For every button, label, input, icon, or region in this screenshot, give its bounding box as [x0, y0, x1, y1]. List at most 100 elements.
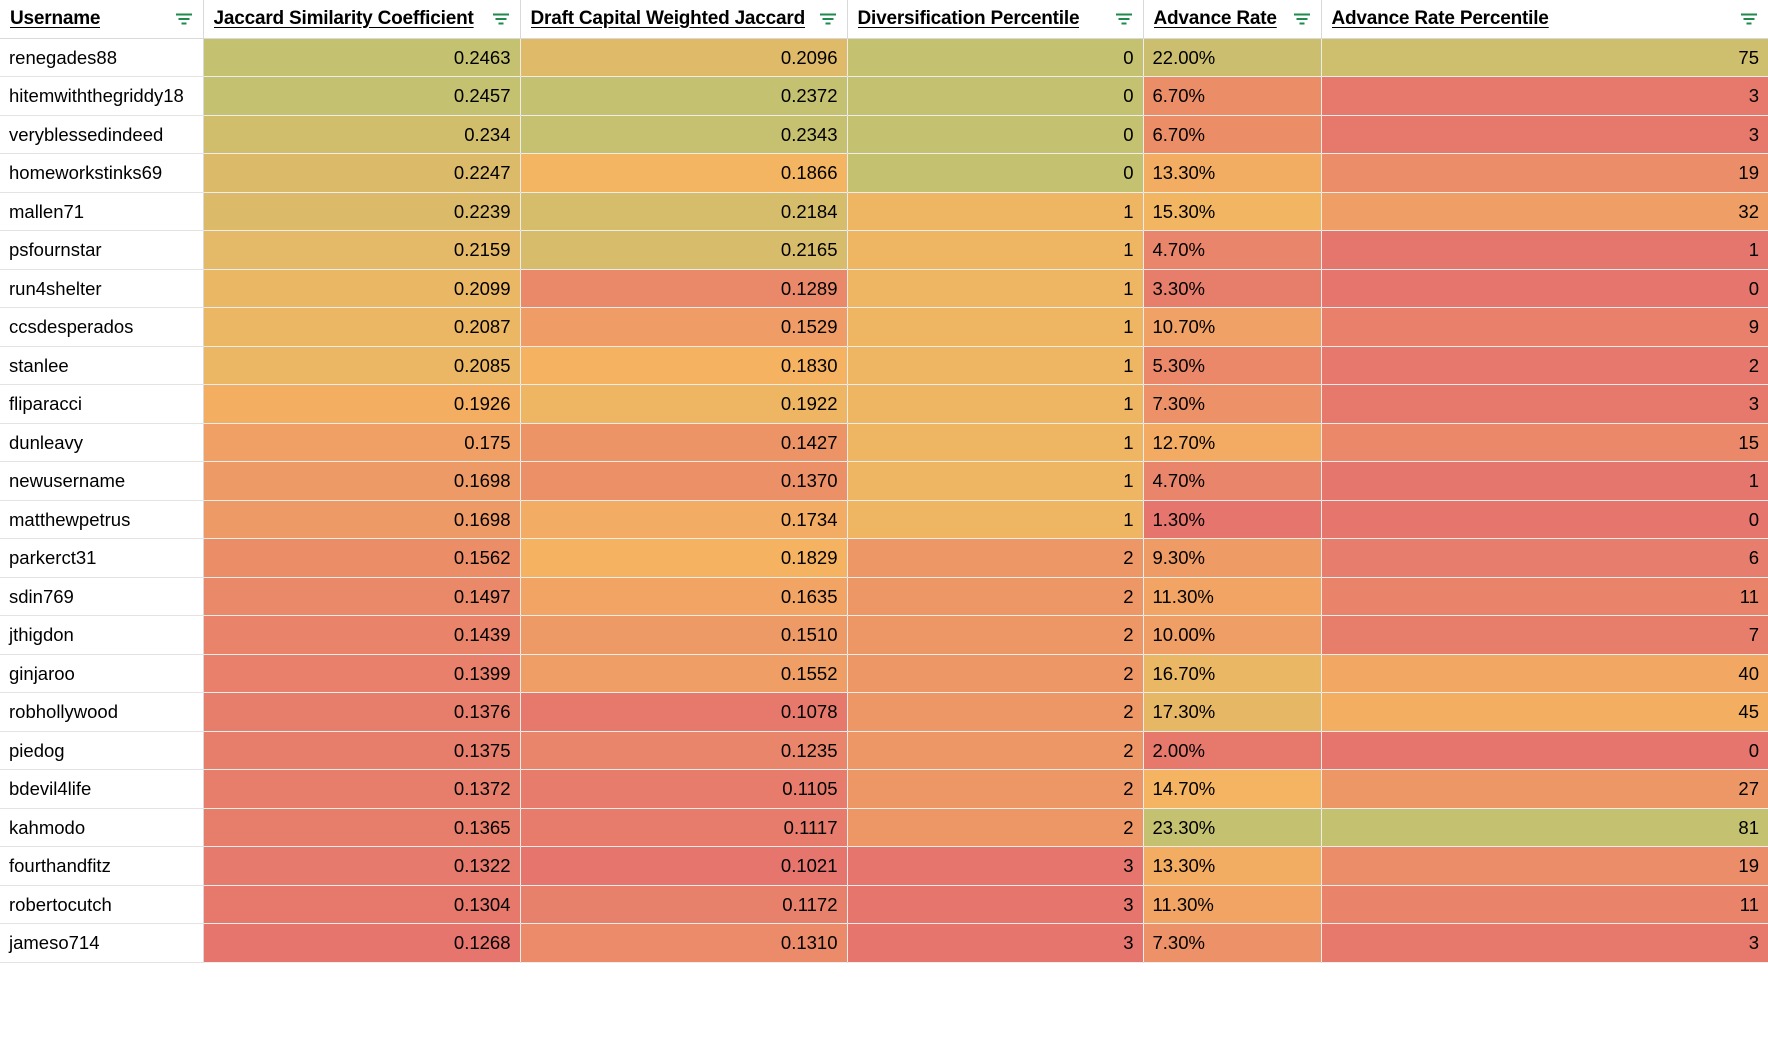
cell-advrate[interactable]: 3.30%	[1143, 269, 1322, 308]
table-row[interactable]: stanlee 0.2085 0.1830 1 5.30% 2	[0, 346, 1768, 385]
table-row[interactable]: parkerct31 0.1562 0.1829 2 9.30% 6	[0, 538, 1768, 578]
cell-advrate[interactable]: 6.70%	[1143, 76, 1322, 116]
cell-advpct[interactable]: 11	[1321, 577, 1768, 616]
table-row[interactable]: bdevil4life 0.1372 0.1105 2 14.70% 27	[0, 769, 1768, 809]
cell-dcw[interactable]: 0.1734	[520, 500, 848, 539]
table-row[interactable]: ginjaroo 0.1399 0.1552 2 16.70% 40	[0, 654, 1768, 693]
cell-username[interactable]: hitemwiththegriddy18	[0, 76, 204, 116]
table-row[interactable]: renegades88 0.2463 0.2096 0 22.00% 75	[0, 38, 1768, 77]
cell-divpct[interactable]: 2	[847, 538, 1144, 578]
table-row[interactable]: robertocutch 0.1304 0.1172 3 11.30% 11	[0, 885, 1768, 924]
cell-divpct[interactable]: 1	[847, 307, 1144, 347]
cell-jaccard[interactable]: 0.2463	[203, 38, 521, 77]
column-header-diversification-percentile[interactable]: Diversification Percentile	[847, 0, 1144, 39]
table-row[interactable]: sdin769 0.1497 0.1635 2 11.30% 11	[0, 577, 1768, 616]
filter-icon[interactable]	[1115, 12, 1133, 26]
cell-jaccard[interactable]: 0.1698	[203, 500, 521, 539]
table-row[interactable]: fliparacci 0.1926 0.1922 1 7.30% 3	[0, 384, 1768, 424]
cell-dcw[interactable]: 0.2184	[520, 192, 848, 231]
cell-jaccard[interactable]: 0.1698	[203, 461, 521, 501]
cell-dcw[interactable]: 0.1117	[520, 808, 848, 847]
cell-dcw[interactable]: 0.1289	[520, 269, 848, 308]
cell-username[interactable]: kahmodo	[0, 808, 204, 847]
cell-divpct[interactable]: 0	[847, 38, 1144, 77]
cell-jaccard[interactable]: 0.2159	[203, 230, 521, 270]
cell-advrate[interactable]: 15.30%	[1143, 192, 1322, 231]
table-row[interactable]: homeworkstinks69 0.2247 0.1866 0 13.30% 19	[0, 153, 1768, 193]
cell-advrate[interactable]: 1.30%	[1143, 500, 1322, 539]
cell-username[interactable]: newusername	[0, 461, 204, 501]
cell-username[interactable]: fliparacci	[0, 384, 204, 424]
cell-advrate[interactable]: 22.00%	[1143, 38, 1322, 77]
cell-dcw[interactable]: 0.1427	[520, 423, 848, 462]
cell-dcw[interactable]: 0.1866	[520, 153, 848, 193]
cell-username[interactable]: homeworkstinks69	[0, 153, 204, 193]
cell-username[interactable]: veryblessedindeed	[0, 115, 204, 154]
cell-advpct[interactable]: 19	[1321, 153, 1768, 193]
cell-advrate[interactable]: 16.70%	[1143, 654, 1322, 693]
cell-advrate[interactable]: 10.70%	[1143, 307, 1322, 347]
cell-advpct[interactable]: 0	[1321, 269, 1768, 308]
cell-advpct[interactable]: 45	[1321, 692, 1768, 732]
cell-advpct[interactable]: 3	[1321, 76, 1768, 116]
cell-jaccard[interactable]: 0.234	[203, 115, 521, 154]
cell-advpct[interactable]: 27	[1321, 769, 1768, 809]
cell-jaccard[interactable]: 0.1562	[203, 538, 521, 578]
cell-advrate[interactable]: 5.30%	[1143, 346, 1322, 385]
cell-jaccard[interactable]: 0.1372	[203, 769, 521, 809]
cell-advrate[interactable]: 17.30%	[1143, 692, 1322, 732]
cell-dcw[interactable]: 0.1078	[520, 692, 848, 732]
cell-jaccard[interactable]: 0.2247	[203, 153, 521, 193]
cell-advpct[interactable]: 32	[1321, 192, 1768, 231]
cell-divpct[interactable]: 3	[847, 846, 1144, 886]
cell-username[interactable]: bdevil4life	[0, 769, 204, 809]
cell-advpct[interactable]: 1	[1321, 461, 1768, 501]
cell-advpct[interactable]: 3	[1321, 923, 1768, 963]
cell-divpct[interactable]: 3	[847, 885, 1144, 924]
cell-jaccard[interactable]: 0.1497	[203, 577, 521, 616]
cell-dcw[interactable]: 0.2096	[520, 38, 848, 77]
cell-dcw[interactable]: 0.1552	[520, 654, 848, 693]
cell-advrate[interactable]: 11.30%	[1143, 885, 1322, 924]
cell-advrate[interactable]: 6.70%	[1143, 115, 1322, 154]
cell-advrate[interactable]: 7.30%	[1143, 923, 1322, 963]
cell-username[interactable]: stanlee	[0, 346, 204, 385]
cell-username[interactable]: dunleavy	[0, 423, 204, 462]
cell-divpct[interactable]: 0	[847, 115, 1144, 154]
cell-divpct[interactable]: 1	[847, 269, 1144, 308]
cell-jaccard[interactable]: 0.1304	[203, 885, 521, 924]
cell-dcw[interactable]: 0.1922	[520, 384, 848, 424]
cell-advpct[interactable]: 0	[1321, 731, 1768, 770]
cell-dcw[interactable]: 0.1510	[520, 615, 848, 655]
cell-advpct[interactable]: 11	[1321, 885, 1768, 924]
cell-advrate[interactable]: 11.30%	[1143, 577, 1322, 616]
cell-advrate[interactable]: 12.70%	[1143, 423, 1322, 462]
cell-username[interactable]: run4shelter	[0, 269, 204, 308]
cell-divpct[interactable]: 2	[847, 615, 1144, 655]
cell-username[interactable]: matthewpetrus	[0, 500, 204, 539]
table-row[interactable]: hitemwiththegriddy18 0.2457 0.2372 0 6.70% 3	[0, 76, 1768, 116]
table-row[interactable]: matthewpetrus 0.1698 0.1734 1 1.30% 0	[0, 500, 1768, 539]
cell-divpct[interactable]: 2	[847, 577, 1144, 616]
table-row[interactable]: robhollywood 0.1376 0.1078 2 17.30% 45	[0, 692, 1768, 732]
cell-username[interactable]: sdin769	[0, 577, 204, 616]
cell-advpct[interactable]: 9	[1321, 307, 1768, 347]
cell-jaccard[interactable]: 0.1268	[203, 923, 521, 963]
cell-username[interactable]: ginjaroo	[0, 654, 204, 693]
column-header-advance-rate[interactable]: Advance Rate	[1143, 0, 1322, 39]
table-row[interactable]: jthigdon 0.1439 0.1510 2 10.00% 7	[0, 615, 1768, 655]
column-header-jaccard[interactable]: Jaccard Similarity Coefficient	[203, 0, 521, 39]
cell-advrate[interactable]: 14.70%	[1143, 769, 1322, 809]
cell-username[interactable]: robhollywood	[0, 692, 204, 732]
filter-icon[interactable]	[1293, 12, 1311, 26]
cell-dcw[interactable]: 0.1310	[520, 923, 848, 963]
cell-jaccard[interactable]: 0.1926	[203, 384, 521, 424]
cell-dcw[interactable]: 0.1021	[520, 846, 848, 886]
cell-jaccard[interactable]: 0.1365	[203, 808, 521, 847]
cell-dcw[interactable]: 0.1635	[520, 577, 848, 616]
table-row[interactable]: ccsdesperados 0.2087 0.1529 1 10.70% 9	[0, 307, 1768, 347]
cell-advpct[interactable]: 75	[1321, 38, 1768, 77]
cell-username[interactable]: piedog	[0, 731, 204, 770]
cell-advrate[interactable]: 13.30%	[1143, 153, 1322, 193]
cell-jaccard[interactable]: 0.175	[203, 423, 521, 462]
